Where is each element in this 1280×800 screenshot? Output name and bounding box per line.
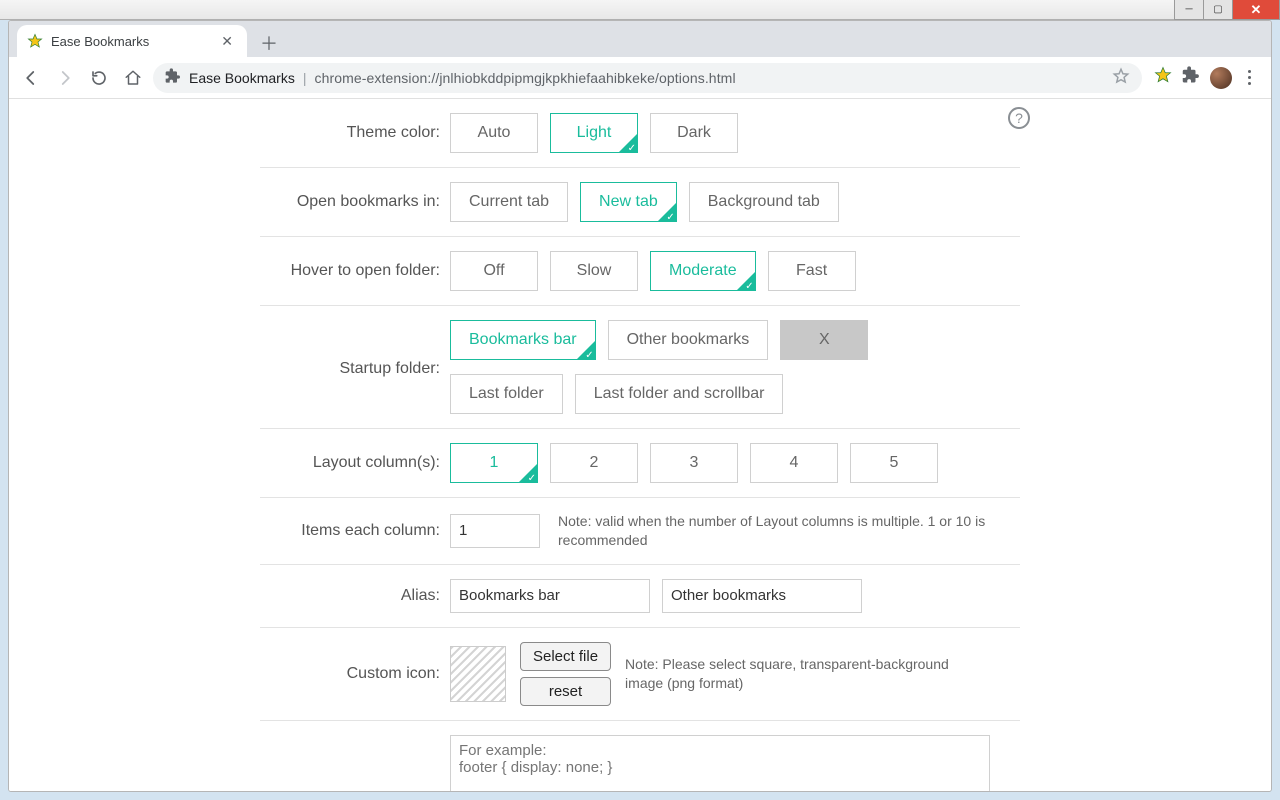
reset-button[interactable]: reset: [520, 677, 611, 706]
theme-option-dark[interactable]: Dark: [650, 113, 738, 153]
columns-option-4[interactable]: 4: [750, 443, 838, 483]
extensions-puzzle-icon[interactable]: [1182, 66, 1200, 89]
profile-avatar[interactable]: [1210, 67, 1232, 89]
startup-option-x: X: [780, 320, 868, 360]
home-button[interactable]: [119, 64, 147, 92]
columns-option-5[interactable]: 5: [850, 443, 938, 483]
browser-menu-button[interactable]: [1242, 70, 1257, 85]
window-minimize-button[interactable]: ─: [1174, 0, 1204, 20]
alias-label: Alias:: [260, 587, 450, 605]
window-maximize-button[interactable]: ▢: [1203, 0, 1233, 20]
address-bar[interactable]: Ease Bookmarks | chrome-extension://jnlh…: [153, 63, 1142, 93]
hover-option-fast[interactable]: Fast: [768, 251, 856, 291]
theme-option-light[interactable]: Light: [550, 113, 638, 153]
row-startup: Startup folder: Bookmarks bar Other book…: [260, 306, 1020, 429]
row-hover: Hover to open folder: Off Slow Moderate …: [260, 237, 1020, 306]
help-icon[interactable]: ?: [1008, 107, 1030, 129]
open-option-newtab[interactable]: New tab: [580, 182, 677, 222]
theme-label: Theme color:: [260, 124, 450, 142]
row-open-in: Open bookmarks in: Current tab New tab B…: [260, 168, 1020, 237]
star-icon: [27, 33, 43, 49]
extension-icon: [165, 68, 181, 87]
select-file-button[interactable]: Select file: [520, 642, 611, 671]
items-each-label: Items each column:: [260, 522, 450, 540]
bookmark-star-icon[interactable]: [1112, 67, 1130, 88]
startup-option-bookmarksbar[interactable]: Bookmarks bar: [450, 320, 596, 360]
theme-option-auto[interactable]: Auto: [450, 113, 538, 153]
icon-preview: [450, 646, 506, 702]
custom-icon-label: Custom icon:: [260, 665, 450, 683]
open-option-current[interactable]: Current tab: [450, 182, 568, 222]
custom-style-textarea[interactable]: [450, 735, 990, 791]
hover-option-moderate[interactable]: Moderate: [650, 251, 756, 291]
tab-title: Ease Bookmarks: [51, 34, 217, 49]
columns-option-1[interactable]: 1: [450, 443, 538, 483]
items-each-note: Note: valid when the number of Layout co…: [558, 512, 988, 550]
extension-icons: [1148, 66, 1263, 89]
page-content: ? Theme color: Auto Light Dark Open book…: [9, 99, 1271, 791]
row-alias: Alias:: [260, 565, 1020, 628]
ease-bookmarks-ext-icon[interactable]: [1154, 66, 1172, 89]
row-items-each: Items each column: Note: valid when the …: [260, 498, 1020, 565]
forward-button[interactable]: [51, 64, 79, 92]
hover-option-off[interactable]: Off: [450, 251, 538, 291]
settings-panel: ? Theme color: Auto Light Dark Open book…: [240, 99, 1040, 791]
new-tab-button[interactable]: ＋: [255, 29, 283, 57]
startup-option-lastfolder[interactable]: Last folder: [450, 374, 563, 414]
row-custom-icon: Custom icon: Select file reset Note: Ple…: [260, 628, 1020, 721]
items-each-input[interactable]: [450, 514, 540, 548]
row-columns: Layout column(s): 1 2 3 4 5: [260, 429, 1020, 498]
omnibox-ext-name: Ease Bookmarks: [189, 70, 295, 86]
alias-input-2[interactable]: [662, 579, 862, 613]
window-titlebar: ─ ▢ ✕: [0, 0, 1280, 20]
hover-option-slow[interactable]: Slow: [550, 251, 638, 291]
tab-strip: Ease Bookmarks ✕ ＋: [9, 21, 1271, 57]
columns-label: Layout column(s):: [260, 454, 450, 472]
tab-ease-bookmarks[interactable]: Ease Bookmarks ✕: [17, 25, 247, 57]
columns-option-3[interactable]: 3: [650, 443, 738, 483]
startup-label: Startup folder:: [260, 320, 450, 378]
alias-input-1[interactable]: [450, 579, 650, 613]
startup-option-other[interactable]: Other bookmarks: [608, 320, 769, 360]
omnibox-url: chrome-extension://jnlhiobkddpipmgjkpkhi…: [314, 70, 1104, 86]
custom-icon-note: Note: Please select square, transparent-…: [625, 655, 955, 693]
columns-option-2[interactable]: 2: [550, 443, 638, 483]
browser-window: Ease Bookmarks ✕ ＋ Ease Bookmarks | chro…: [8, 20, 1272, 792]
startup-option-lastfolder-scroll[interactable]: Last folder and scrollbar: [575, 374, 784, 414]
open-option-background[interactable]: Background tab: [689, 182, 839, 222]
hover-label: Hover to open folder:: [260, 262, 450, 280]
window-close-button[interactable]: ✕: [1232, 0, 1280, 20]
reload-button[interactable]: [85, 64, 113, 92]
row-custom-style: Custom style:: [260, 721, 1020, 791]
toolbar: Ease Bookmarks | chrome-extension://jnlh…: [9, 57, 1271, 99]
row-theme: Theme color: Auto Light Dark: [260, 99, 1020, 168]
omnibox-separator: |: [303, 70, 307, 86]
open-in-label: Open bookmarks in:: [260, 193, 450, 211]
back-button[interactable]: [17, 64, 45, 92]
tab-close-icon[interactable]: ✕: [217, 33, 237, 50]
